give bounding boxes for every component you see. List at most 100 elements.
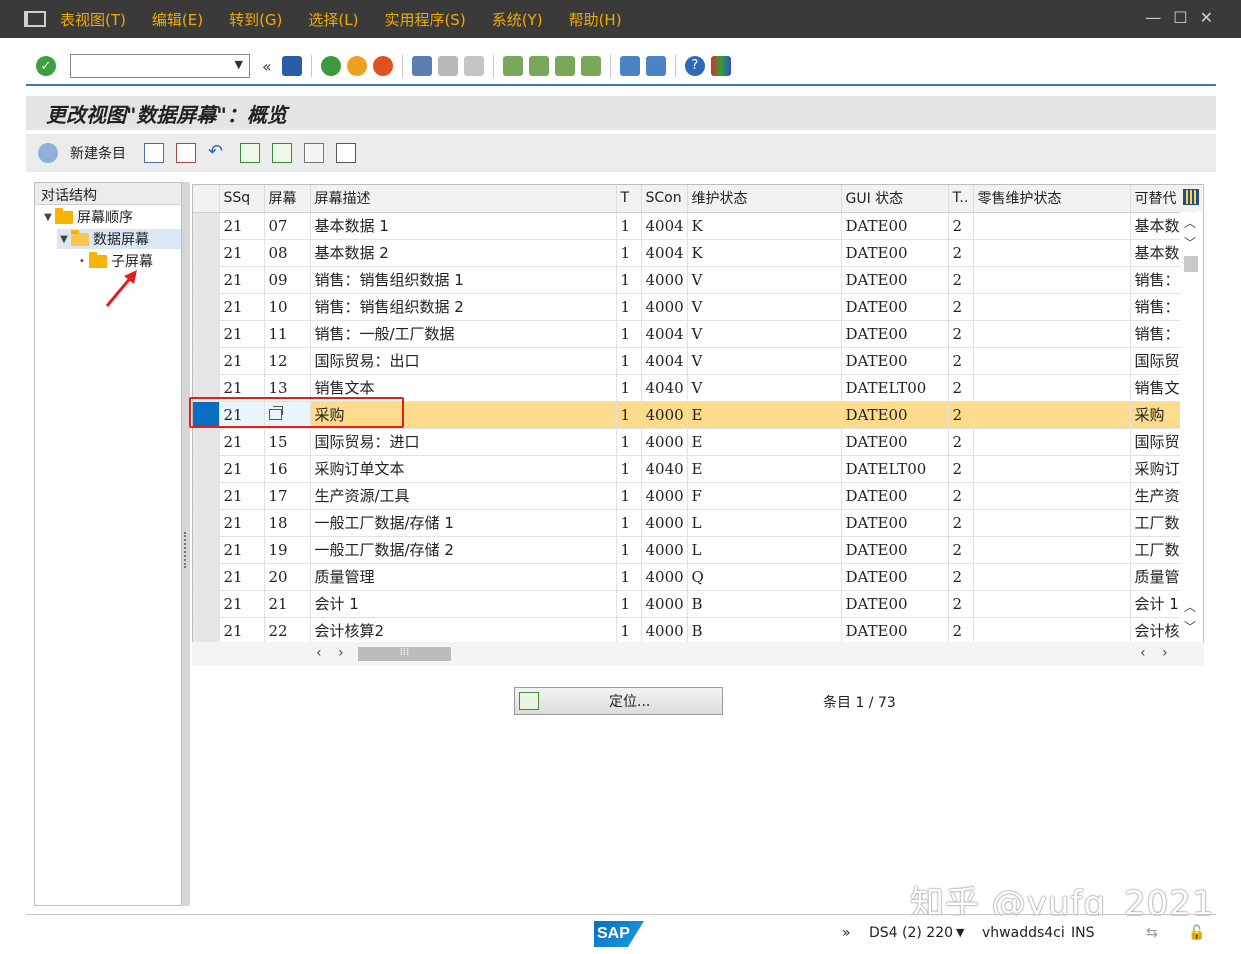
chevron-right-icon[interactable]: › xyxy=(1162,645,1168,661)
chevron-down-icon[interactable]: ▼ xyxy=(235,58,243,71)
chevron-down-icon[interactable]: ▼ xyxy=(41,212,55,223)
new-entry-button[interactable]: 新建条目 xyxy=(70,143,126,163)
chevron-up-icon[interactable]: ︿ xyxy=(1184,214,1196,231)
back-icon[interactable] xyxy=(320,56,341,76)
new-session-icon[interactable] xyxy=(619,56,640,76)
row-selector[interactable] xyxy=(193,347,220,375)
command-field[interactable]: ▼ xyxy=(70,54,250,78)
row-selector[interactable] xyxy=(193,455,220,483)
scroll-thumb[interactable]: ⁞⁞⁞ xyxy=(358,647,451,661)
row-selector[interactable] xyxy=(193,617,220,645)
chevron-left-icon[interactable]: ‹ xyxy=(316,645,322,661)
table-row[interactable]: 21 19 一般工厂数据/存储 2 1 4000 L DATE00 2 工厂数 xyxy=(193,536,1196,564)
close-icon[interactable]: ✕ xyxy=(1200,8,1213,27)
row-selector[interactable] xyxy=(193,590,220,618)
system-menu-icon[interactable] xyxy=(24,11,46,27)
scroll-thumb[interactable] xyxy=(1184,256,1198,272)
maximize-icon[interactable]: ☐ xyxy=(1173,8,1187,27)
column-header-maint-status[interactable]: 维护状态 xyxy=(687,185,842,213)
table-row[interactable]: 21 18 一般工厂数据/存储 1 1 4000 L DATE00 2 工厂数 xyxy=(193,509,1196,537)
shortcut-icon[interactable] xyxy=(645,56,666,76)
find-icon[interactable] xyxy=(437,56,458,76)
chevron-down-icon[interactable]: ﹀ xyxy=(1184,618,1196,635)
menu-edit[interactable]: 编辑(E) xyxy=(152,9,203,30)
row-selector[interactable] xyxy=(193,374,220,402)
chevron-right-icon[interactable]: › xyxy=(338,645,344,661)
row-selector[interactable] xyxy=(193,536,220,564)
table-row[interactable]: 21 12 国际贸易：出口 1 4004 V DATE00 2 国际贸 xyxy=(193,347,1196,375)
chevron-down-icon[interactable]: ﹀ xyxy=(1184,234,1196,251)
column-header-ssq[interactable]: SSq xyxy=(219,185,265,213)
display-change-icon[interactable] xyxy=(38,143,58,163)
row-selector[interactable] xyxy=(193,266,220,294)
table-row[interactable]: 21 11 销售：一般/工厂数据 1 4004 V DATE00 2 销售： xyxy=(193,320,1196,348)
collapse-icon[interactable]: « xyxy=(262,57,272,76)
row-selector[interactable] xyxy=(193,428,220,456)
table-row[interactable]: 21 采购 1 4000 E DATE00 2 采购 xyxy=(193,401,1196,429)
save-icon[interactable] xyxy=(281,56,302,76)
table-row[interactable]: 21 16 采购订单文本 1 4040 E DATELT00 2 采购订 xyxy=(193,455,1196,483)
select-block-icon[interactable] xyxy=(272,143,292,163)
table-settings-icon[interactable] xyxy=(1183,189,1199,205)
row-selector[interactable] xyxy=(193,563,220,591)
chevron-down-icon[interactable]: ▼ xyxy=(57,234,71,245)
column-header-t2[interactable]: T.. xyxy=(948,185,974,213)
help-icon[interactable]: ? xyxy=(684,56,705,76)
cell-screen[interactable] xyxy=(264,401,311,429)
value-help-icon[interactable] xyxy=(268,405,283,420)
column-header-retail-maint[interactable]: 零售维护状态 xyxy=(973,185,1131,213)
row-selector[interactable] xyxy=(193,482,220,510)
column-header-t[interactable]: T xyxy=(616,185,642,213)
table-row[interactable]: 21 21 会计 1 1 4000 B DATE00 2 会计 1 xyxy=(193,590,1196,618)
table-row[interactable]: 21 13 销售文本 1 4040 V DATELT00 2 销售文 xyxy=(193,374,1196,402)
exit-icon[interactable] xyxy=(346,56,367,76)
menu-table-view[interactable]: 表视图(T) xyxy=(60,9,126,30)
last-page-icon[interactable] xyxy=(580,56,601,76)
delete-icon[interactable] xyxy=(176,143,196,163)
panel-splitter[interactable] xyxy=(182,182,190,906)
column-header-screen-desc[interactable]: 屏幕描述 xyxy=(310,185,617,213)
customize-layout-icon[interactable] xyxy=(710,56,731,76)
splitter-grip[interactable] xyxy=(184,532,188,568)
row-selector[interactable] xyxy=(193,401,220,429)
row-selector[interactable] xyxy=(193,509,220,537)
lock-icon[interactable]: 🔓 xyxy=(1188,925,1205,941)
chevron-left-icon[interactable]: ‹ xyxy=(1140,645,1146,661)
column-header-gui-status[interactable]: GUI 状态 xyxy=(841,185,949,213)
menu-help[interactable]: 帮助(H) xyxy=(569,9,622,30)
table-row[interactable]: 21 15 国际贸易：进口 1 4000 E DATE00 2 国际贸 xyxy=(193,428,1196,456)
tree-node-screen-sequence[interactable]: ▼ 屏幕顺序 xyxy=(41,207,133,227)
table-row[interactable]: 21 17 生产资源/工具 1 4000 F DATE00 2 生产资 xyxy=(193,482,1196,510)
copy-as-icon[interactable] xyxy=(144,143,164,163)
undo-icon[interactable]: ↶ xyxy=(208,143,228,163)
menu-utilities[interactable]: 实用程序(S) xyxy=(384,9,465,30)
column-header-screen[interactable]: 屏幕 xyxy=(264,185,311,213)
horizontal-scrollbar[interactable]: ‹ › ⁞⁞⁞ ‹ › xyxy=(192,642,1204,666)
enter-icon[interactable]: ✓ xyxy=(36,56,56,76)
select-all-icon[interactable] xyxy=(240,143,260,163)
select-all-column[interactable] xyxy=(193,185,220,213)
menu-goto[interactable]: 转到(G) xyxy=(229,9,282,30)
table-row[interactable]: 21 07 基本数据 1 1 4004 K DATE00 2 基本数 xyxy=(193,212,1196,240)
row-selector[interactable] xyxy=(193,293,220,321)
deselect-all-icon[interactable] xyxy=(304,143,324,163)
chevron-down-icon[interactable]: ▼ xyxy=(956,926,964,939)
find-next-icon[interactable] xyxy=(463,56,484,76)
row-selector[interactable] xyxy=(193,239,220,267)
print-icon[interactable] xyxy=(411,56,432,76)
row-selector[interactable] xyxy=(193,212,220,240)
first-page-icon[interactable] xyxy=(502,56,523,76)
column-header-scon[interactable]: SCon xyxy=(641,185,688,213)
cell-ssq[interactable]: 21 xyxy=(218,401,265,429)
table-row[interactable]: 21 20 质量管理 1 4000 Q DATE00 2 质量管 xyxy=(193,563,1196,591)
cancel-icon[interactable] xyxy=(372,56,393,76)
status-more-button[interactable]: » xyxy=(842,925,851,941)
table-row[interactable]: 21 09 销售：销售组织数据 1 1 4000 V DATE00 2 销售：销 xyxy=(193,266,1196,294)
table-row[interactable]: 21 10 销售：销售组织数据 2 1 4000 V DATE00 2 销售：销 xyxy=(193,293,1196,321)
print-settings-icon[interactable] xyxy=(336,143,356,163)
vertical-scrollbar[interactable]: ︿ ﹀ ︿ ﹀ xyxy=(1180,212,1202,642)
next-page-icon[interactable] xyxy=(554,56,575,76)
table-row[interactable]: 21 22 会计核算2 1 4000 B DATE00 2 会计核 xyxy=(193,617,1196,645)
minimize-icon[interactable]: — xyxy=(1145,8,1161,27)
menu-system[interactable]: 系统(Y) xyxy=(492,9,543,30)
